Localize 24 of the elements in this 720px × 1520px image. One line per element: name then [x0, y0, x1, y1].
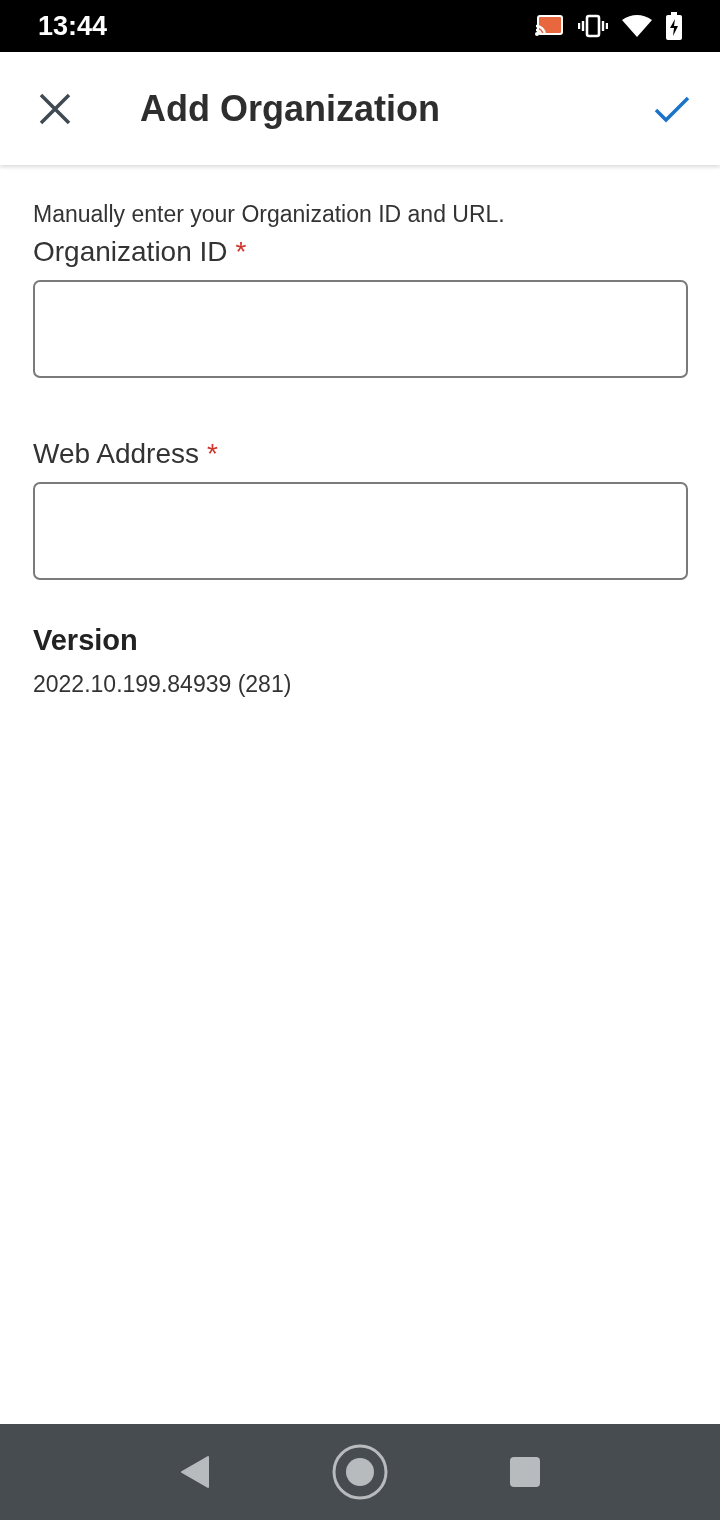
input-field[interactable] — [33, 280, 688, 378]
back-button[interactable] — [180, 1455, 210, 1489]
required-mark: * — [235, 236, 247, 268]
version-heading: Version — [33, 624, 139, 657]
home-icon — [332, 1444, 388, 1500]
close-icon — [38, 91, 72, 126]
field-label: Organization ID — [33, 236, 228, 268]
input-field[interactable] — [33, 482, 688, 580]
cast-icon — [534, 14, 564, 38]
screen-title: Add Organization — [140, 87, 440, 130]
field-label: Web Address — [33, 438, 200, 470]
confirm-button[interactable] — [654, 94, 690, 123]
close-button[interactable] — [38, 91, 72, 126]
required-mark: * — [207, 438, 218, 470]
status-time: 13:44 — [38, 10, 108, 42]
checkmark-icon — [654, 94, 690, 123]
recents-icon — [510, 1457, 540, 1487]
wifi-icon — [622, 14, 652, 38]
battery-icon — [666, 12, 682, 40]
version-number: 2022.10.199.84939 (281) — [33, 671, 293, 698]
vibrate-icon — [578, 14, 608, 38]
instruction-text: Manually enter your Organization ID and URL. — [33, 201, 506, 228]
home-button[interactable] — [332, 1444, 388, 1500]
back-icon — [180, 1455, 210, 1489]
